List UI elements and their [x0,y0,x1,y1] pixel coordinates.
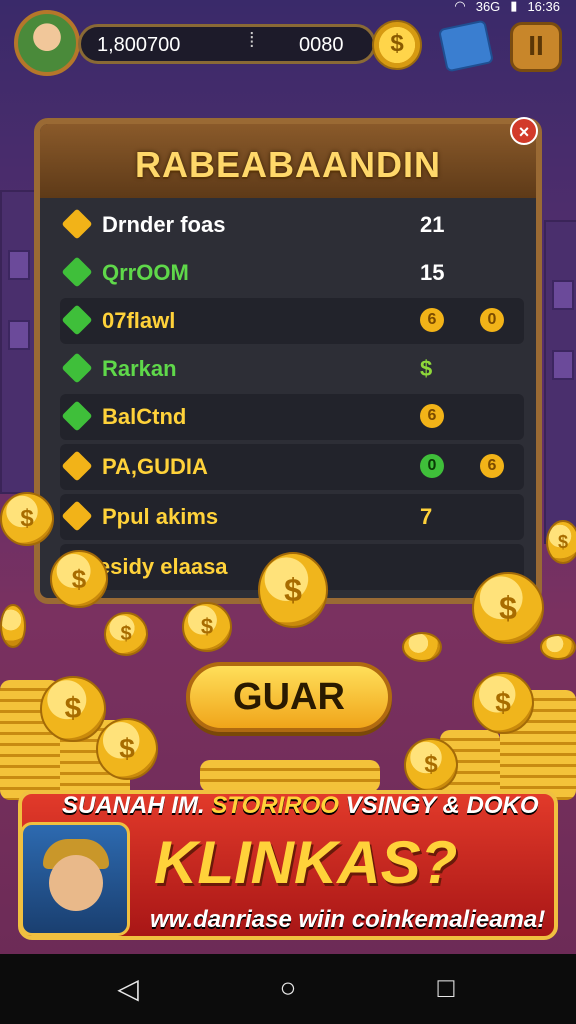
coin-icon [540,634,576,660]
coin-icon: $ [104,612,148,656]
score-bar: 1,800700 ⁞ 0080 [78,24,376,64]
recents-button[interactable]: □ [426,972,466,1004]
coin-icon: $ [182,602,232,652]
banner-tagline-b: STORIROO [211,792,339,819]
bg-window [8,320,30,350]
banner-tagline-c: VSINGY & DOKO [345,792,539,819]
coin-icon: $ [40,676,106,742]
banner-url: ww.danriase wiin coinkemalieama! [150,906,546,933]
face-icon [49,855,103,911]
panel-header: RABEABAANDIN [40,124,536,198]
clock: 16:36 [527,0,560,14]
coin-icon [402,632,442,662]
list-item: Rarkan $ [60,346,524,392]
row-label: 07flawl [102,308,176,333]
diamond-icon [61,208,93,240]
coin-icon: $ [50,550,108,608]
home-button[interactable]: ○ [268,972,308,1004]
dollar-icon: $ [420,356,433,381]
back-button[interactable]: ◁ [108,972,148,1005]
row-label: Ppul akims [102,504,219,529]
row-value: 15 [420,260,445,285]
row-label: PA,GUDIA [102,454,208,479]
coin-icon[interactable]: $ [372,20,422,70]
diamond-icon [61,450,93,482]
row-label: Rarkan [102,356,177,381]
pause-button[interactable]: II [510,22,562,72]
coin-icon [0,604,26,648]
coin-icon: 6 [420,308,444,332]
coin-icon: $ [258,552,328,628]
row-value: 7 [420,504,433,529]
list-item: PA,GUDIA 0 6 [60,444,524,490]
gem-shop-icon[interactable] [437,19,495,73]
separator-icon: ⁞ [249,30,255,52]
status-bar: ◠ 36G ▮ 16:36 [0,0,576,14]
coin-icon: 6 [420,404,444,428]
wifi-icon: ◠ [454,0,466,13]
diamond-icon [61,256,93,288]
score-value: 1,800700 [97,34,181,56]
close-button[interactable]: × [510,117,538,145]
diamond-icon [61,500,93,532]
diamond-icon [61,400,93,432]
row-label: Drnder foas [102,212,226,237]
list-item: Ppul akims 7 [60,494,524,540]
coin-icon: $ [546,520,576,564]
banner-tagline: SUANAH IM. STORIROO VSINGY & DOKO [62,792,539,820]
banner-headline: KLINKAS? [154,829,458,896]
bg-window [8,250,30,280]
list-item: 07flawl 6 0 [60,298,524,344]
coin-icon: $ [472,672,534,734]
row-label: QrrOOM [102,260,189,285]
panel-title: RABEABAANDIN [135,144,441,185]
diamond-icon [61,304,93,336]
system-nav-bar: ◁ ○ □ [0,954,576,1024]
hero-portrait [20,822,130,936]
diamond-icon [61,352,93,384]
coin-icon: 6 [480,454,504,478]
coin-icon: $ [472,572,544,644]
bg-window [552,280,574,310]
coin-icon: $ [96,718,158,780]
bg-building-right [544,220,576,544]
coin-icon: 0 [480,308,504,332]
coin-count: 0080 [299,34,344,56]
coin-icon: 0 [420,454,444,478]
list-item: QrrOOM 15 [60,250,524,296]
battery-icon: ▮ [510,0,518,13]
banner-tagline-a: SUANAH IM. [62,792,205,819]
bg-window [552,350,574,380]
row-label: BalCtnd [102,404,187,429]
player-avatar[interactable] [14,10,80,76]
collect-button[interactable]: GUAR [186,662,392,732]
coin-icon: $ [0,492,54,546]
list-item: Drnder foas 21 [60,202,524,248]
list-item: BalCtnd 6 [60,394,524,440]
row-value: 21 [420,212,445,237]
coin-icon: $ [404,738,458,792]
results-panel: RABEABAANDIN Drnder foas 21 QrrOOM 15 07… [34,118,542,604]
coin-stack [200,760,380,792]
signal-label: 36G [475,0,501,14]
